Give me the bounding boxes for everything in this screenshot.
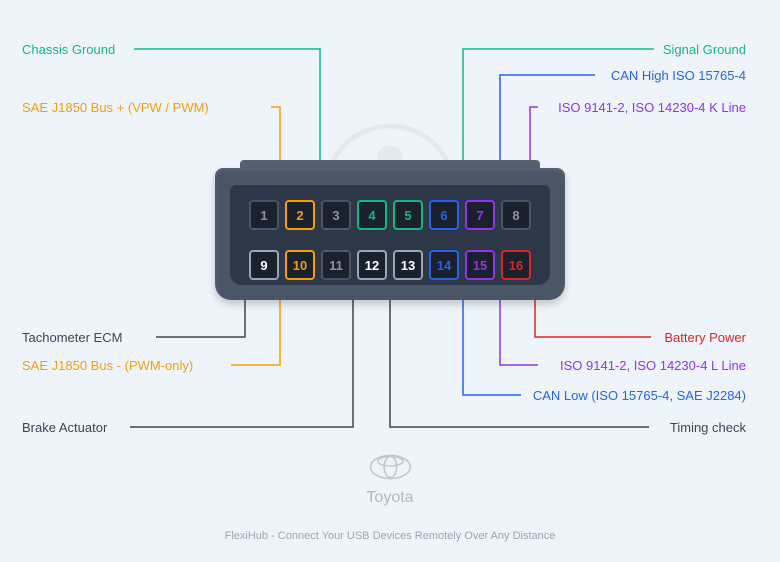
brand-name: Toyota: [366, 489, 413, 507]
pin-7: 7: [465, 200, 495, 230]
pin-11: 11: [321, 250, 351, 280]
label-pin5: Signal Ground: [663, 42, 746, 57]
pin-4: 4: [357, 200, 387, 230]
label-pin4: Chassis Ground: [22, 42, 115, 57]
pin-12: 12: [357, 250, 387, 280]
label-pin15: ISO 9141-2, ISO 14230-4 L Line: [560, 358, 746, 373]
obd-connector: 12345678 910111213141516: [200, 160, 580, 300]
pin-14: 14: [429, 250, 459, 280]
pin-5: 5: [393, 200, 423, 230]
label-pin12: Brake Actuator: [22, 420, 107, 435]
pin-13: 13: [393, 250, 423, 280]
label-pin10: SAE J1850 Bus - (PWM-only): [22, 358, 193, 373]
tagline: FlexiHub - Connect Your USB Devices Remo…: [225, 530, 556, 542]
pin-10: 10: [285, 250, 315, 280]
label-pin6: CAN High ISO 15765-4: [611, 68, 746, 83]
pin-16: 16: [501, 250, 531, 280]
label-pin9: Tachometer ECM: [22, 330, 122, 345]
pin-8: 8: [501, 200, 531, 230]
pin-9: 9: [249, 250, 279, 280]
label-pin2: SAE J1850 Bus + (VPW / PWM): [22, 100, 209, 115]
label-pin16: Battery Power: [664, 330, 746, 345]
pin-6: 6: [429, 200, 459, 230]
label-pin7: ISO 9141-2, ISO 14230-4 K Line: [558, 100, 746, 115]
pin-15: 15: [465, 250, 495, 280]
label-pin14: CAN Low (ISO 15765-4, SAE J2284): [533, 388, 746, 403]
brand-logo: Toyota: [366, 452, 413, 507]
pin-2: 2: [285, 200, 315, 230]
pin-1: 1: [249, 200, 279, 230]
pin-3: 3: [321, 200, 351, 230]
label-pin13: Timing check: [670, 420, 746, 435]
